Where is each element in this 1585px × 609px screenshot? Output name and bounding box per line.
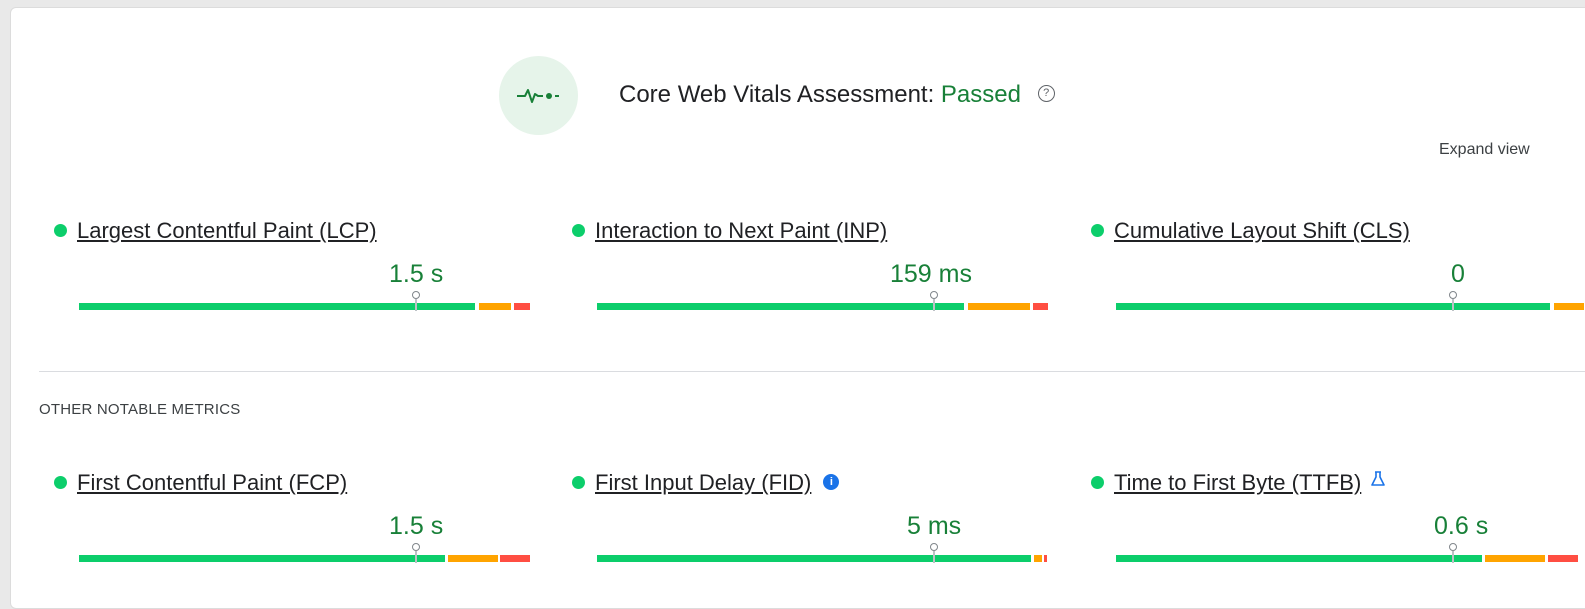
flask-icon[interactable] [1371,467,1386,493]
metric-lcp: Largest Contentful Paint (LCP) 1.5 s [54,218,530,328]
metric-name: First Input Delay (FID) i [572,470,840,496]
poor-segment [1044,555,1047,562]
metric-name: Largest Contentful Paint (LCP) [54,218,377,244]
poor-segment [1033,303,1048,310]
needs-improvement-segment [479,303,511,310]
good-status-dot [54,475,67,489]
p75-marker [1447,291,1459,311]
good-segment [1116,303,1550,310]
good-segment [79,555,445,562]
good-segment [597,555,1031,562]
p75-marker [410,543,422,563]
metric-link-cls[interactable]: Cumulative Layout Shift (CLS) [1114,218,1410,243]
metric-value: 1.5 s [389,512,444,540]
assessment-header: Core Web Vitals Assessment: Passed ? Exp… [11,8,1585,158]
p75-marker [1447,543,1459,563]
distribution-bar [597,291,1048,311]
metric-fid: First Input Delay (FID) i 5 ms [572,470,1047,580]
pulse-icon [499,56,578,135]
other-metrics-label: OTHER NOTABLE METRICS [39,401,241,418]
assessment-title: Core Web Vitals Assessment: Passed ? [619,81,1055,109]
metric-value: 1.5 s [389,260,444,288]
metric-value: 159 ms [890,260,972,288]
metric-name: Cumulative Layout Shift (CLS) [1091,218,1410,244]
poor-segment [514,303,530,310]
metric-inp: Interaction to Next Paint (INP) 159 ms [572,218,1048,328]
good-status-dot [54,223,67,237]
assessment-status: Passed [940,81,1021,108]
distribution-bar [1116,291,1584,311]
needs-improvement-segment [968,303,1030,310]
metric-name: Interaction to Next Paint (INP) [572,218,887,244]
good-segment [597,303,964,310]
distribution-bar [79,543,530,563]
metric-link-lcp[interactable]: Largest Contentful Paint (LCP) [77,218,377,243]
distribution-bar [79,291,530,311]
needs-improvement-segment [448,555,498,562]
metric-link-ttfb[interactable]: Time to First Byte (TTFB) [1114,470,1361,495]
needs-improvement-segment [1554,303,1584,310]
good-status-dot [1091,475,1104,489]
expand-view-button[interactable]: Expand view [1439,141,1530,159]
metric-ttfb: Time to First Byte (TTFB) 0.6 s [1091,467,1578,580]
metric-value: 5 ms [907,512,962,540]
core-web-vitals-card: Core Web Vitals Assessment: Passed ? Exp… [10,7,1585,609]
poor-segment [1548,555,1578,562]
metric-name: Time to First Byte (TTFB) [1091,467,1386,497]
info-icon[interactable]: i [823,474,840,491]
poor-segment [500,555,530,562]
metric-link-inp[interactable]: Interaction to Next Paint (INP) [595,218,887,243]
p75-marker [928,291,940,311]
needs-improvement-segment [1034,555,1042,562]
metric-value: 0.6 s [1434,512,1489,540]
assessment-title-text: Core Web Vitals Assessment: [619,81,935,108]
p75-marker [410,291,422,311]
good-segment [1116,555,1482,562]
p75-marker [928,543,940,563]
metric-link-fid[interactable]: First Input Delay (FID) [595,470,811,495]
metric-name: First Contentful Paint (FCP) [54,470,347,496]
good-status-dot [572,223,585,237]
metric-value: 0 [1451,260,1465,288]
section-divider [39,371,1585,372]
distribution-bar [597,543,1047,563]
metric-fcp: First Contentful Paint (FCP) 1.5 s [54,470,530,580]
metric-cls: Cumulative Layout Shift (CLS) 0 [1091,218,1584,328]
distribution-bar [1116,543,1578,563]
good-status-dot [572,475,585,489]
metric-link-fcp[interactable]: First Contentful Paint (FCP) [77,470,347,495]
help-circle-icon[interactable]: ? [1037,85,1055,103]
good-status-dot [1091,223,1104,237]
needs-improvement-segment [1485,555,1545,562]
